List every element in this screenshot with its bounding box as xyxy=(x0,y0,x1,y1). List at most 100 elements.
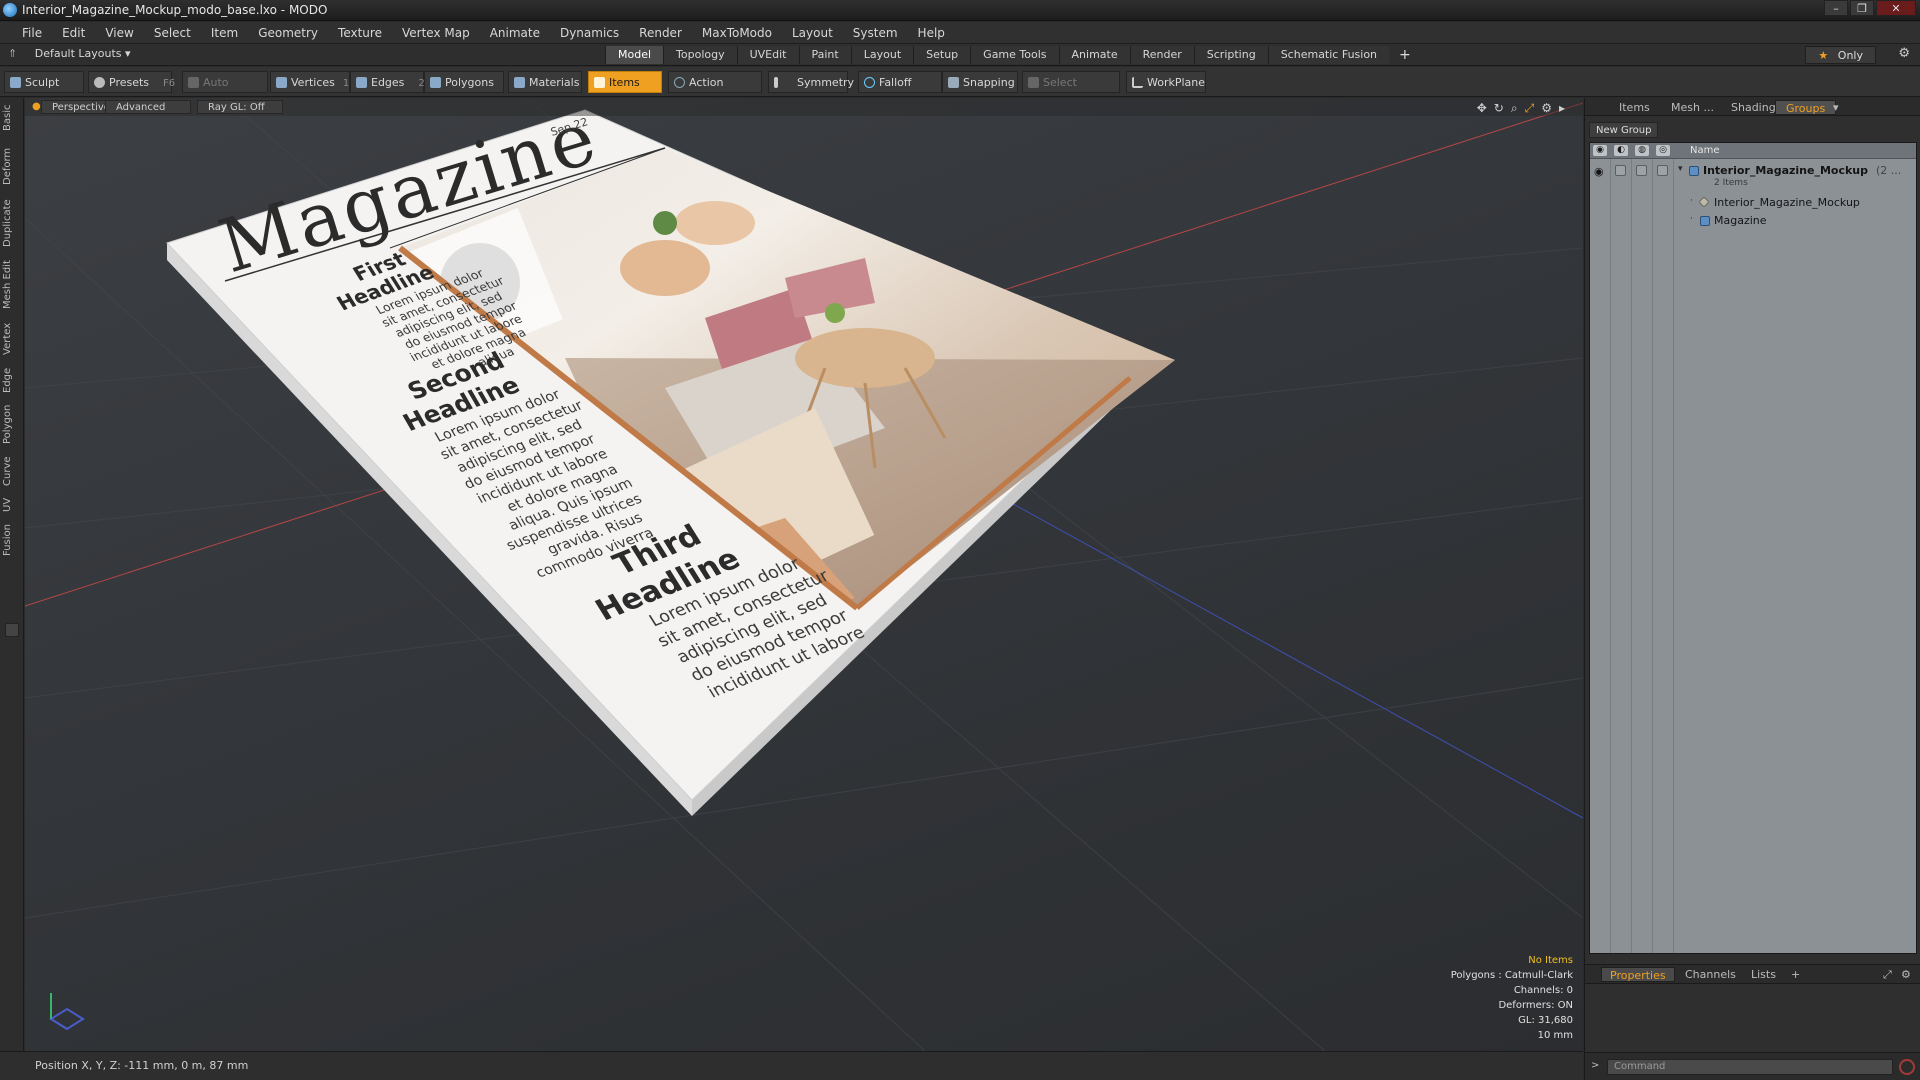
left-tab-uv[interactable]: UV xyxy=(2,496,22,514)
left-tab-basic[interactable]: Basic xyxy=(2,104,22,132)
polygons-button[interactable]: Polygons xyxy=(424,71,504,93)
falloff-icon xyxy=(864,77,875,88)
tab-model[interactable]: Model xyxy=(605,46,664,64)
auto-select-button[interactable]: Auto Select xyxy=(182,71,268,111)
tab-animate[interactable]: Animate xyxy=(1058,46,1130,64)
raygl-button[interactable]: Ray GL: Off xyxy=(197,100,283,114)
menu-edit[interactable]: Edit xyxy=(52,22,95,44)
viewport-info: No Items Polygons : Catmull-Clark Channe… xyxy=(1451,953,1573,1043)
tab-mesh[interactable]: Mesh ... xyxy=(1661,100,1724,115)
menu-layout[interactable]: Layout xyxy=(782,22,843,44)
snapping-button[interactable]: Snapping xyxy=(942,71,1018,93)
add-panel-tab-button[interactable]: + xyxy=(1783,967,1808,982)
menu-geometry[interactable]: Geometry xyxy=(248,22,328,44)
left-tab-deform[interactable]: Deform xyxy=(2,146,22,186)
materials-button[interactable]: Materials xyxy=(508,71,582,93)
left-tab-mesh-edit[interactable]: Mesh Edit xyxy=(2,258,22,312)
tab-paint[interactable]: Paint xyxy=(798,46,851,64)
symmetry-button[interactable]: Symmetry xyxy=(768,71,854,93)
left-panel-toggle[interactable] xyxy=(5,623,19,637)
rotate-icon[interactable]: ↻ xyxy=(1494,101,1504,116)
group-row[interactable]: ◉ ▾ Interior_Magazine_Mockup (2 ... 2 It… xyxy=(1590,163,1916,193)
minimize-button[interactable]: – xyxy=(1824,0,1848,16)
polygons-info: Polygons : Catmull-Clark xyxy=(1450,970,1573,981)
tab-lists[interactable]: Lists xyxy=(1743,967,1784,982)
tab-uvedit[interactable]: UVEdit xyxy=(736,46,799,64)
menu-vertex-map[interactable]: Vertex Map xyxy=(392,22,480,44)
tab-scripting[interactable]: Scripting xyxy=(1193,46,1268,64)
tab-properties[interactable]: Properties xyxy=(1601,967,1675,982)
select-toggle[interactable] xyxy=(1657,165,1668,176)
properties-tabs: Properties Channels Lists + ⤢ ⚙ xyxy=(1585,964,1920,984)
menu-view[interactable]: View xyxy=(95,22,143,44)
add-tab-button[interactable]: + xyxy=(1389,46,1421,64)
tab-setup[interactable]: Setup xyxy=(913,46,971,64)
visibility-column-icon[interactable]: ◉ xyxy=(1593,145,1607,156)
groups-list[interactable]: ◉ ◐ ◍ ◎ Name ◉ ▾ Interior_Magazine_Mocku… xyxy=(1589,142,1917,954)
menu-animate[interactable]: Animate xyxy=(480,22,550,44)
action-center-button[interactable]: Action Center xyxy=(668,71,762,111)
groups-list-header: ◉ ◐ ◍ ◎ Name xyxy=(1590,143,1916,159)
gear-icon[interactable]: ⚙ xyxy=(1898,46,1910,61)
items-button[interactable]: Items xyxy=(588,71,662,93)
menu-maxtomodo[interactable]: MaxToModo xyxy=(692,22,782,44)
tabs-dropdown-icon[interactable]: ▾ xyxy=(1823,100,1849,115)
viewport-scene: Magazine Sep.22 First Headline Lorem ips… xyxy=(25,98,1583,1051)
tab-game-tools[interactable]: Game Tools xyxy=(970,46,1059,64)
left-tab-duplicate[interactable]: Duplicate xyxy=(2,198,22,248)
menu-dynamics[interactable]: Dynamics xyxy=(550,22,629,44)
menu-texture[interactable]: Texture xyxy=(328,22,392,44)
sculpt-button[interactable]: Sculpt xyxy=(4,71,84,93)
workplane-button[interactable]: WorkPlane xyxy=(1126,71,1206,93)
select-through-button[interactable]: Select Through xyxy=(1022,71,1120,111)
menu-system[interactable]: System xyxy=(843,22,908,44)
left-tab-vertex[interactable]: Vertex xyxy=(2,320,22,358)
menu-item[interactable]: Item xyxy=(201,22,248,44)
column-divider xyxy=(1631,159,1632,953)
edges-button[interactable]: Edges 2 xyxy=(350,71,425,93)
fit-icon[interactable]: ⤢ xyxy=(1525,101,1535,116)
select-column-icon[interactable]: ◎ xyxy=(1656,145,1670,156)
render-column-icon[interactable]: ◐ xyxy=(1614,145,1628,156)
tab-items[interactable]: Items xyxy=(1609,100,1660,115)
tab-schematic-fusion[interactable]: Schematic Fusion xyxy=(1267,46,1390,64)
tab-topology[interactable]: Topology xyxy=(663,46,737,64)
layout-selector[interactable]: ⇑ Default Layouts ▾ xyxy=(8,47,131,60)
viewport-settings-icon[interactable]: ⚙ xyxy=(1541,101,1552,116)
presets-button[interactable]: Presets F6 xyxy=(88,71,175,93)
viewport-expand-icon[interactable]: ▸ xyxy=(1559,101,1565,116)
menu-help[interactable]: Help xyxy=(908,22,955,44)
3d-viewport[interactable]: Magazine Sep.22 First Headline Lorem ips… xyxy=(25,98,1583,1051)
left-tab-curve[interactable]: Curve xyxy=(2,454,22,488)
maximize-button[interactable]: ❐ xyxy=(1850,0,1874,16)
name-column-header[interactable]: Name xyxy=(1690,145,1720,156)
only-toggle[interactable]: ★ Only xyxy=(1805,46,1876,64)
new-group-button[interactable]: New Group xyxy=(1589,122,1659,138)
left-tab-polygon[interactable]: Polygon xyxy=(2,402,22,446)
tab-layout[interactable]: Layout xyxy=(850,46,914,64)
render-toggle[interactable] xyxy=(1615,165,1626,176)
menu-file[interactable]: File xyxy=(12,22,52,44)
left-tab-edge[interactable]: Edge xyxy=(2,366,22,394)
pan-icon[interactable]: ✥ xyxy=(1477,101,1487,116)
advanced-button[interactable]: Advanced xyxy=(105,100,191,114)
menu-select[interactable]: Select xyxy=(144,22,201,44)
tab-channels[interactable]: Channels xyxy=(1677,967,1744,982)
tab-render[interactable]: Render xyxy=(1129,46,1194,64)
zoom-icon[interactable]: ⌕ xyxy=(1511,101,1518,116)
lock-column-icon[interactable]: ◍ xyxy=(1635,145,1649,156)
group-member-row[interactable]: · Magazine xyxy=(1590,213,1916,229)
vertices-button[interactable]: Vertices 1 xyxy=(270,71,350,93)
command-input[interactable]: Command xyxy=(1607,1059,1893,1075)
command-history-icon[interactable]: > xyxy=(1591,1060,1599,1071)
group-member-row[interactable]: · Interior_Magazine_Mockup xyxy=(1590,195,1916,211)
left-tab-fusion[interactable]: Fusion xyxy=(2,522,22,558)
close-button[interactable]: ✕ xyxy=(1876,0,1916,16)
menu-render[interactable]: Render xyxy=(629,22,692,44)
visibility-eye-icon[interactable]: ◉ xyxy=(1594,165,1605,178)
expand-arrow-icon[interactable]: ▾ xyxy=(1678,164,1688,174)
panel-settings-icon[interactable]: ⚙ xyxy=(1893,967,1919,982)
lock-toggle[interactable] xyxy=(1636,165,1647,176)
falloff-button[interactable]: Falloff xyxy=(858,71,942,93)
record-macro-icon[interactable] xyxy=(1899,1059,1915,1075)
